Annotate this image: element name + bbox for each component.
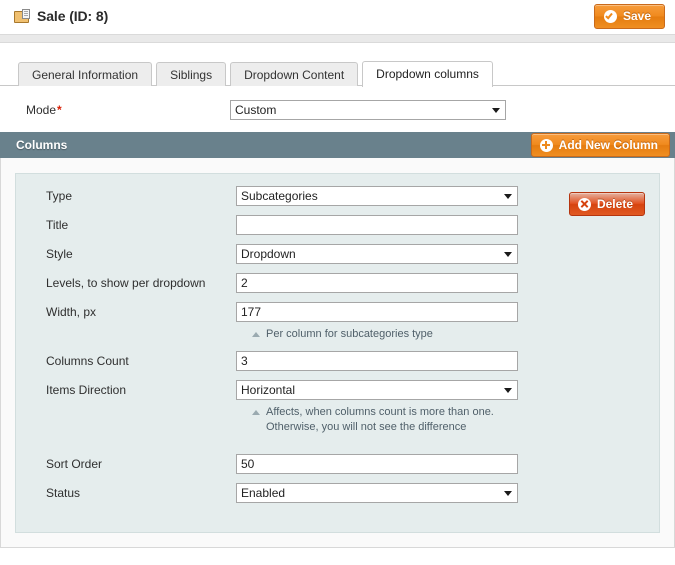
title-input[interactable]	[236, 215, 518, 235]
tab-list: General Information Siblings Dropdown Co…	[18, 61, 675, 87]
mode-label-text: Mode	[26, 103, 57, 117]
width-label: Width, px	[46, 305, 97, 319]
window-folder-icon	[14, 8, 30, 24]
items-direction-hint-line: Affects, when columns count is more than…	[266, 406, 494, 418]
style-select-value[interactable]	[236, 244, 518, 264]
type-select-value[interactable]	[236, 186, 518, 206]
style-select[interactable]	[236, 244, 518, 264]
tab-label: General Information	[32, 68, 139, 82]
levels-input[interactable]	[236, 273, 518, 293]
width-input[interactable]	[236, 302, 518, 322]
page-header: Sale (ID: 8) Save	[0, 0, 675, 32]
tab-siblings[interactable]: Siblings	[156, 62, 227, 86]
title-label: Title	[46, 218, 69, 232]
items-direction-hint-line: Otherwise, you will not see the differen…	[266, 421, 467, 433]
triangle-up-icon	[252, 410, 260, 415]
columns-section: Columns Add New Column Delete Type Subca…	[0, 132, 675, 548]
delete-button-label: Delete	[596, 196, 633, 211]
delete-column-button[interactable]: Delete	[568, 192, 645, 216]
width-hint: Per column for subcategories type	[252, 327, 645, 342]
field-row-sort-order: Sort Order	[30, 454, 645, 474]
required-marker: *	[57, 103, 62, 117]
field-row-columns-count: Columns Count	[30, 351, 645, 371]
mode-select-value[interactable]	[230, 100, 506, 120]
tab-bar: General Information Siblings Dropdown Co…	[0, 61, 675, 87]
columns-panel-header: Columns Add New Column	[0, 132, 675, 158]
tab-label: Dropdown Content	[244, 68, 345, 82]
tab-dropdown-columns[interactable]: Dropdown columns	[362, 61, 493, 87]
check-circle-icon	[603, 9, 617, 23]
field-spacer	[30, 444, 645, 454]
header-divider	[0, 34, 675, 43]
width-hint-line: Per column for subcategories type	[266, 328, 433, 340]
columns-count-input[interactable]	[236, 351, 518, 371]
mode-select[interactable]	[230, 100, 506, 120]
tab-label: Dropdown columns	[376, 67, 479, 81]
style-label: Style	[46, 247, 73, 261]
field-row-title: Title	[30, 215, 645, 235]
mode-label: Mode*	[26, 103, 230, 117]
sort-order-input[interactable]	[236, 454, 518, 474]
columns-panel-title: Columns	[16, 138, 68, 152]
triangle-up-icon	[252, 332, 260, 337]
field-row-type: Type	[30, 186, 645, 206]
status-select-value[interactable]	[236, 483, 518, 503]
tab-general-information[interactable]: General Information	[18, 62, 153, 86]
field-row-status: Status	[30, 483, 645, 503]
tab-label: Siblings	[170, 68, 213, 82]
close-circle-icon	[577, 197, 591, 211]
type-select[interactable]	[236, 186, 518, 206]
page-title: Sale (ID: 8)	[37, 8, 109, 24]
status-label: Status	[46, 486, 81, 500]
tab-dropdown-content[interactable]: Dropdown Content	[230, 62, 359, 86]
columns-count-label: Columns Count	[46, 354, 129, 368]
items-direction-select[interactable]	[236, 380, 518, 400]
field-row-levels: Levels, to show per dropdown	[30, 273, 645, 293]
items-direction-label: Items Direction	[46, 383, 127, 397]
status-select[interactable]	[236, 483, 518, 503]
add-new-column-label: Add New Column	[558, 137, 658, 152]
levels-label: Levels, to show per dropdown	[46, 276, 206, 290]
type-label: Type	[46, 189, 73, 203]
add-new-column-button[interactable]: Add New Column	[530, 133, 670, 157]
save-button-label: Save	[622, 8, 651, 23]
items-direction-hint: Affects, when columns count is more than…	[252, 405, 645, 435]
sort-order-label: Sort Order	[46, 457, 103, 471]
field-row-items-direction: Items Direction	[30, 380, 645, 400]
plus-circle-icon	[539, 138, 553, 152]
field-row-width: Width, px	[30, 302, 645, 322]
mode-row: Mode*	[0, 86, 675, 132]
column-card: Delete Type Title Style	[15, 173, 660, 533]
field-row-style: Style	[30, 244, 645, 264]
columns-panel-body: Delete Type Title Style	[0, 158, 675, 548]
page-title-group: Sale (ID: 8)	[14, 8, 108, 24]
save-button[interactable]: Save	[593, 3, 665, 29]
items-direction-select-value[interactable]	[236, 380, 518, 400]
